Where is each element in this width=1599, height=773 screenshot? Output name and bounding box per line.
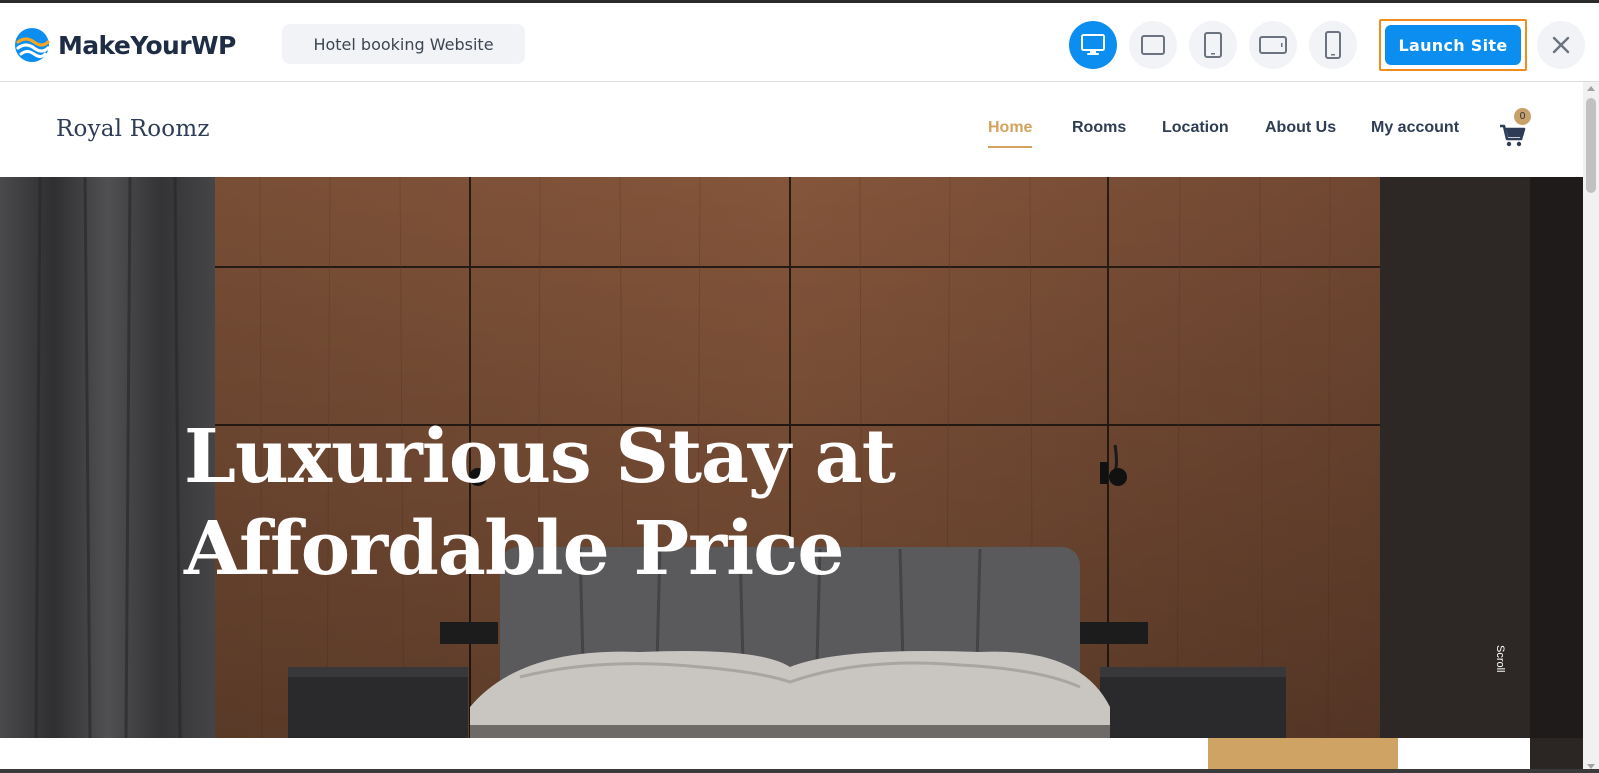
scroll-up-arrow-icon[interactable] <box>1587 86 1595 91</box>
window-bottom-edge <box>0 769 1599 773</box>
device-desktop-button[interactable] <box>1069 21 1117 69</box>
booking-panel-accent <box>1208 738 1398 773</box>
laptop-icon <box>1141 35 1165 55</box>
tablet-landscape-icon <box>1259 36 1287 54</box>
site-nav: Home Rooms Location About Us My account <box>0 118 1583 148</box>
device-tablet-landscape-button[interactable] <box>1249 21 1297 69</box>
hero-title-line-2: Affordable Price <box>184 506 844 592</box>
launch-site-button[interactable]: Launch Site <box>1385 25 1521 65</box>
tablet-icon <box>1204 32 1222 58</box>
scroll-indicator-label[interactable]: Scroll <box>1494 645 1506 673</box>
nav-item-rooms[interactable]: Rooms <box>1072 118 1126 148</box>
site-preview-frame: Royal Roomz Home Rooms Location About Us… <box>0 82 1583 773</box>
hero-title: Luxurious Stay at Affordable Price <box>184 411 904 595</box>
site-name-pill[interactable]: Hotel booking Website <box>282 24 525 64</box>
device-laptop-button[interactable] <box>1129 21 1177 69</box>
close-button[interactable] <box>1537 21 1585 69</box>
device-mobile-button[interactable] <box>1309 21 1357 69</box>
nav-item-about-us[interactable]: About Us <box>1265 118 1336 148</box>
nav-item-my-account[interactable]: My account <box>1371 118 1459 148</box>
builder-brand[interactable]: MakeYourWP <box>14 25 236 65</box>
hero-section: Luxurious Stay at Affordable Price Scrol… <box>0 177 1583 738</box>
scrollbar-thumb[interactable] <box>1586 98 1596 193</box>
nav-item-location[interactable]: Location <box>1162 118 1229 148</box>
nav-item-home[interactable]: Home <box>988 118 1033 148</box>
close-icon <box>1552 36 1570 54</box>
builder-toolbar: MakeYourWP Hotel booking Website Launch … <box>0 0 1599 82</box>
makeyourwp-logo-icon <box>15 28 50 62</box>
cart-count-badge: 0 <box>1514 108 1531 125</box>
mobile-icon <box>1325 31 1341 59</box>
hero-title-line-1: Luxurious Stay at <box>184 414 896 500</box>
desktop-icon <box>1081 34 1105 55</box>
device-tablet-button[interactable] <box>1189 21 1237 69</box>
hero-dark-edge <box>1530 738 1583 773</box>
brand-name: MakeYourWP <box>58 30 236 60</box>
site-header: Royal Roomz Home Rooms Location About Us… <box>0 82 1583 177</box>
preview-scrollbar[interactable] <box>1583 82 1599 773</box>
